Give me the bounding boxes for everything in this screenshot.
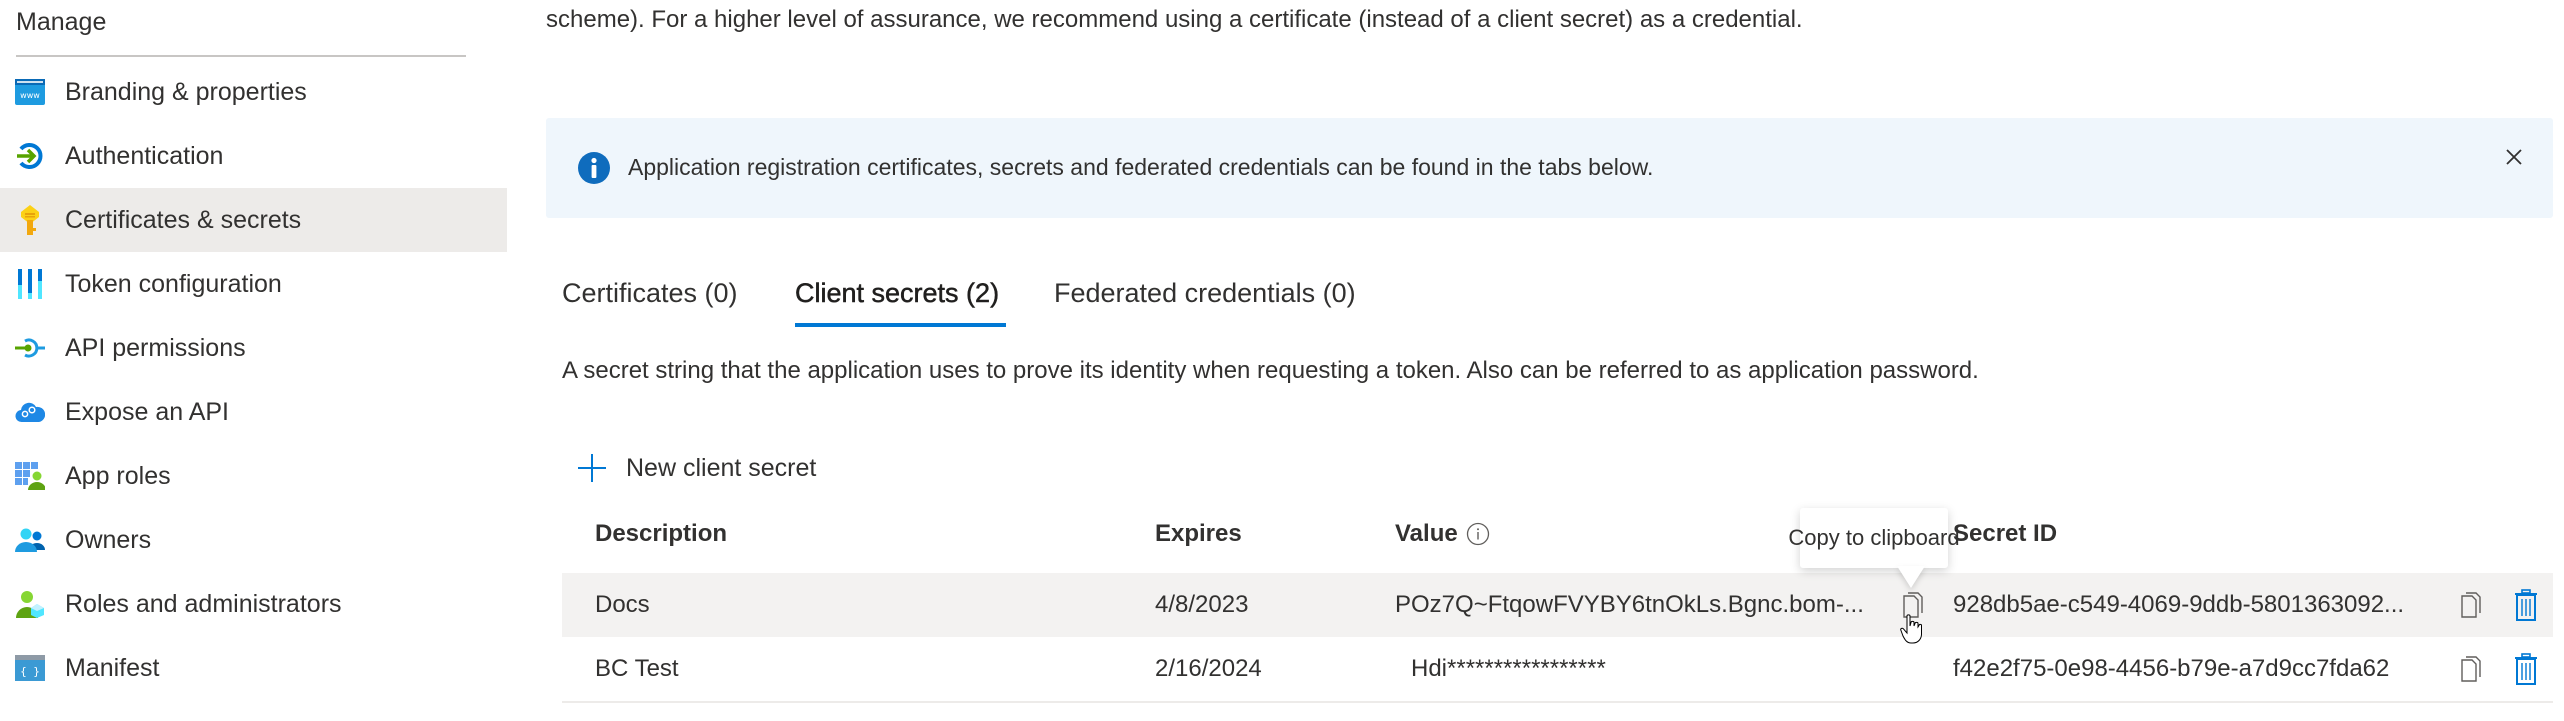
branding-icon: www [15,77,45,107]
manifest-icon: { } [15,653,45,683]
app-roles-icon [15,461,45,491]
api-permissions-icon [15,333,45,363]
copy-icon [2461,592,2481,618]
close-icon[interactable] [2499,142,2529,172]
delete-button[interactable] [2511,589,2541,621]
new-client-secret-button[interactable]: New client secret [576,448,816,488]
secret-expires: 4/8/2023 [1155,591,1249,618]
tab-federated-credentials[interactable]: Federated credentials (0) [1054,278,1356,309]
trash-icon [2515,653,2537,685]
sidebar-item-label: Owners [65,525,152,554]
active-tab-indicator [795,323,1006,327]
tab-certificates[interactable]: Certificates (0) [562,278,738,309]
delete-button[interactable] [2511,653,2541,685]
table-bottom-border [562,701,2553,703]
column-header-value: Value [1395,520,1490,548]
sidebar-section-title: Manage [16,8,107,36]
column-header-value-label: Value [1395,520,1458,547]
token-configuration-icon [15,269,45,299]
secret-expires: 2/16/2024 [1155,655,1262,682]
sidebar-item-expose-api[interactable]: Expose an API [0,380,507,444]
info-banner: Application registration certificates, s… [546,118,2553,218]
svg-text:{ }: { } [20,665,40,678]
sidebar-item-label: Certificates & secrets [65,205,302,234]
column-header-secret-id: Secret ID [1953,520,2058,547]
sidebar-item-app-roles[interactable]: App roles [0,444,507,508]
sidebar: Manage www Branding & properties Authent… [0,0,507,721]
copy-icon [2461,656,2481,682]
sidebar-item-label: Branding & properties [65,77,307,106]
owners-icon [15,525,45,555]
secret-id: 928db5ae-c549-4069-9ddb-5801363092... [1953,591,2405,618]
sidebar-item-owners[interactable]: Owners [0,508,507,572]
table-row: BC Test 2/16/2024 Hdi***************** f… [562,637,2553,701]
trash-icon [2515,589,2537,621]
secret-value: Hdi***************** [1411,655,1606,682]
table-row: Docs 4/8/2023 POz7Q~FtqowFVYBY6tnOkLs.Bg… [562,573,2553,637]
column-header-description: Description [595,520,728,547]
sidebar-item-label: API permissions [65,333,246,362]
key-icon [15,205,45,235]
cloud-gear-icon [15,397,45,427]
column-header-expires: Expires [1155,520,1242,547]
secret-value: POz7Q~FtqowFVYBY6tnOkLs.Bgnc.bom-... [1395,591,1864,618]
copy-tooltip: Copy to clipboard [1788,508,1960,568]
roles-admin-icon [15,589,45,619]
sidebar-item-label: Roles and administrators [65,589,342,618]
secret-id: f42e2f75-0e98-4456-b79e-a7d9cc7fda62 [1953,655,2390,682]
new-client-secret-label: New client secret [626,453,817,482]
secret-description: BC Test [595,655,679,682]
sidebar-item-label: Token configuration [65,269,282,298]
sidebar-item-branding[interactable]: www Branding & properties [0,60,507,124]
secret-description: Docs [595,591,650,618]
tooltip-beak [1897,566,1925,588]
authentication-icon [15,141,45,171]
intro-text: scheme). For a higher level of assurance… [546,6,1803,33]
sidebar-item-manifest[interactable]: { } Manifest [0,636,507,700]
sidebar-divider [16,55,466,57]
sidebar-item-label: Authentication [65,141,224,170]
sidebar-item-certificates-secrets[interactable]: Certificates & secrets [0,188,507,252]
sidebar-item-token-configuration[interactable]: Token configuration [0,252,507,316]
hand-cursor-icon [1900,614,1922,644]
banner-message: Application registration certificates, s… [628,154,1654,180]
tab-client-secrets[interactable]: Client secrets (2) [795,278,1000,309]
copy-secret-id-button[interactable] [2456,653,2486,685]
sidebar-item-api-permissions[interactable]: API permissions [0,316,507,380]
info-icon [578,152,610,184]
sidebar-item-authentication[interactable]: Authentication [0,124,507,188]
svg-text:www: www [20,91,40,100]
sidebar-item-roles-administrators[interactable]: Roles and administrators [0,572,507,636]
sidebar-item-label: Manifest [65,653,160,682]
tab-description: A secret string that the application use… [562,357,1979,384]
info-icon[interactable] [1466,522,1490,546]
copy-secret-id-button[interactable] [2456,589,2486,621]
plus-icon [576,452,608,484]
sidebar-item-label: App roles [65,461,171,490]
sidebar-item-label: Expose an API [65,397,230,426]
